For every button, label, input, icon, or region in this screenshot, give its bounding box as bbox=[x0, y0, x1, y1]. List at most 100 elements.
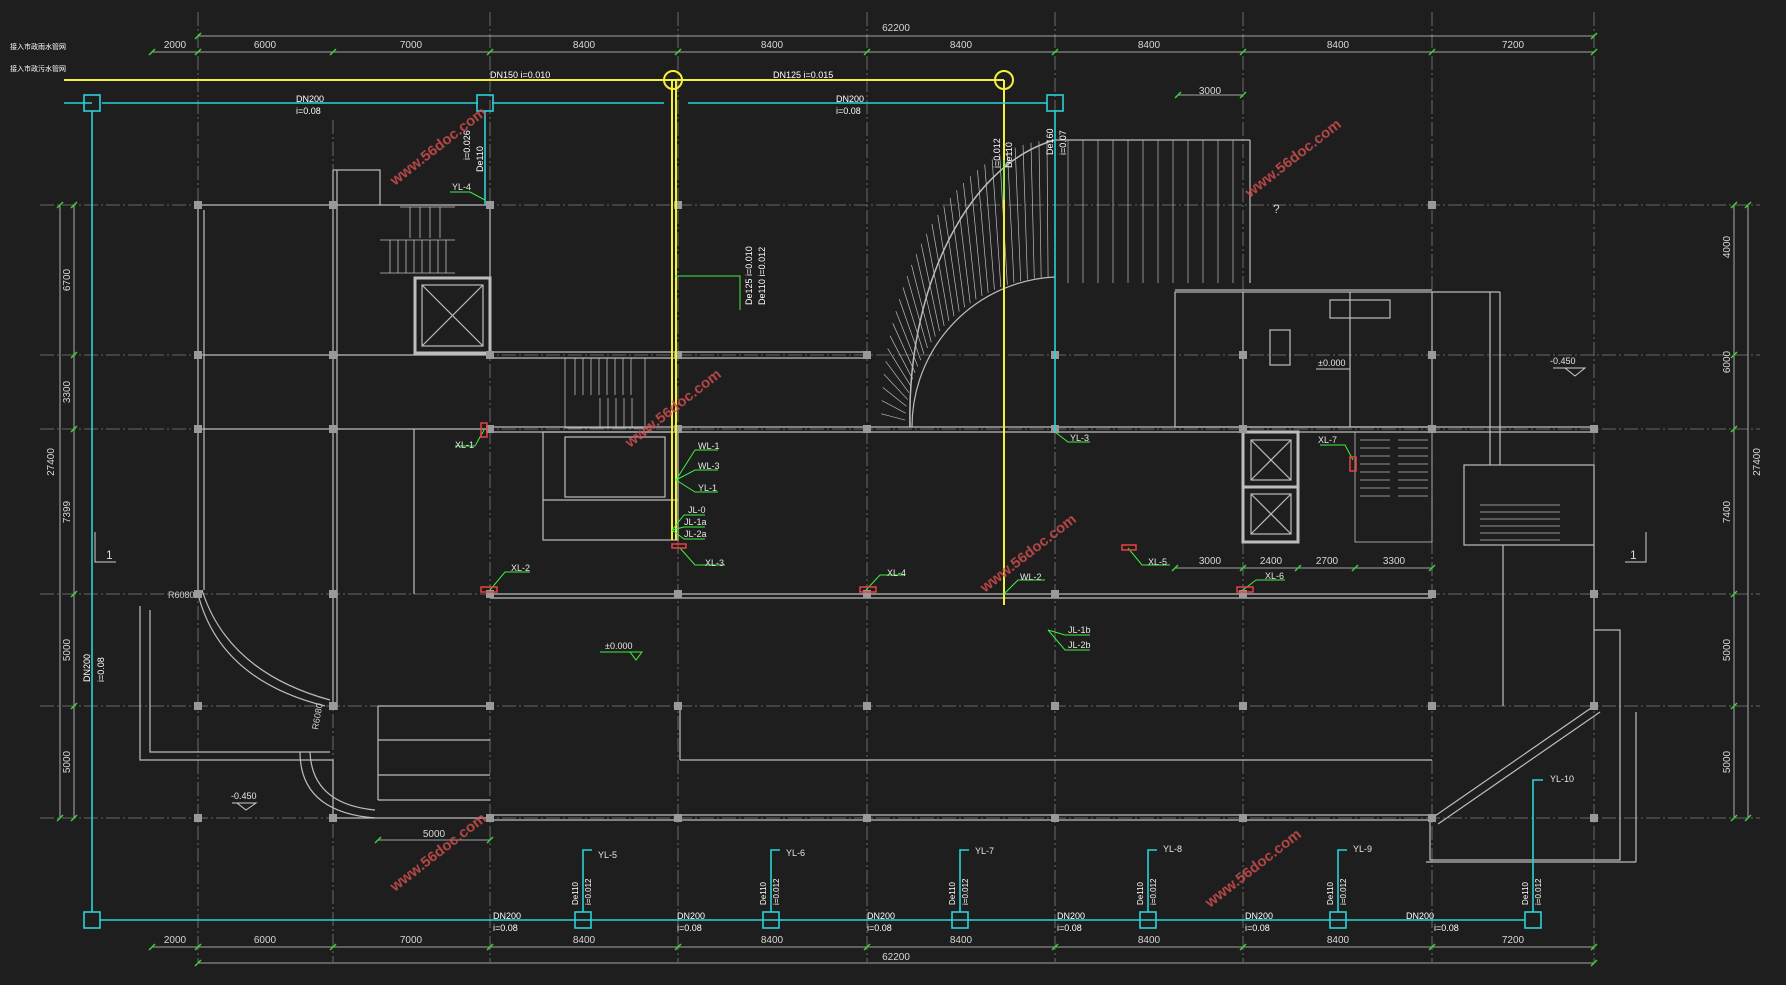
pipe-wl2-size: De110 bbox=[1004, 142, 1014, 168]
branch-slope-label: i=0.012 bbox=[772, 878, 781, 905]
pipe-top-cyan-right-slope: i=0.08 bbox=[836, 106, 861, 116]
column bbox=[329, 425, 337, 433]
room-dim-1: 2400 bbox=[1260, 556, 1283, 567]
column bbox=[329, 590, 337, 598]
tag-yl4: YL-4 bbox=[452, 182, 471, 192]
section-mark-right: 1 bbox=[1630, 548, 1637, 562]
branch-size-label: De110 bbox=[948, 881, 957, 905]
top-dim-6: 8400 bbox=[1138, 40, 1161, 51]
pipe-bottom-slope-2: i=0.08 bbox=[867, 923, 892, 933]
right-dim-2: 7400 bbox=[1722, 500, 1733, 523]
top-dim-7: 8400 bbox=[1327, 40, 1350, 51]
tag-yl8: YL-8 bbox=[1163, 844, 1182, 854]
level-outside-right: -0.450 bbox=[1550, 356, 1576, 366]
pipe-bottom-slope-1: i=0.08 bbox=[677, 923, 702, 933]
tag-xl7: XL-7 bbox=[1318, 435, 1337, 445]
left-dim-2: 7399 bbox=[62, 500, 73, 523]
floor-plan-drawing[interactable]: 62200 62200 2000 6000 7000 8400 8400 840… bbox=[0, 0, 1786, 985]
column bbox=[1590, 702, 1598, 710]
bottom-dim-4: 8400 bbox=[761, 935, 784, 946]
overall-depth-left: 27400 bbox=[46, 448, 57, 476]
right-dim-0: 4000 bbox=[1722, 235, 1733, 258]
column bbox=[1590, 425, 1598, 433]
tag-yl5: YL-5 bbox=[598, 850, 617, 860]
bottom-dim-2: 7000 bbox=[400, 935, 423, 946]
tag-jl2a: JL-2a bbox=[684, 529, 707, 539]
tag-xl2: XL-2 bbox=[511, 563, 530, 573]
bottom-dim-3: 8400 bbox=[573, 935, 596, 946]
top-dim-5: 8400 bbox=[950, 40, 973, 51]
room-dim-3: 3300 bbox=[1383, 556, 1406, 567]
tag-yl10: YL-10 bbox=[1550, 774, 1574, 784]
overall-width-bottom: 62200 bbox=[882, 952, 910, 963]
column bbox=[486, 590, 494, 598]
left-dim-4: 5000 bbox=[62, 750, 73, 773]
column bbox=[863, 590, 871, 598]
bottom-dim-5: 8400 bbox=[950, 935, 973, 946]
stair-width-dim: 3000 bbox=[1199, 86, 1222, 97]
pipe-vertical-yellow: De125 i=0.010 bbox=[744, 246, 754, 305]
pipe-top-yellow-right: DN125 i=0.015 bbox=[773, 70, 833, 80]
column bbox=[674, 702, 682, 710]
tag-wl2: WL-2 bbox=[1020, 572, 1042, 582]
branch-slope-label: i=0.012 bbox=[1149, 878, 1158, 905]
pipe-yl3-slope: i=0.07 bbox=[1058, 130, 1068, 155]
bottom-dim-1: 6000 bbox=[254, 935, 277, 946]
section-mark-left: 1 bbox=[106, 548, 113, 562]
branch-slope-label: i=0.012 bbox=[1339, 878, 1348, 905]
bottom-dim-0: 2000 bbox=[164, 935, 187, 946]
branch-size-label: De110 bbox=[1326, 881, 1335, 905]
bottom-dim-8: 7200 bbox=[1502, 935, 1525, 946]
pipe-bottom-slope-3: i=0.08 bbox=[1057, 923, 1082, 933]
pipe-left-vertical-slope: i=0.08 bbox=[96, 657, 106, 682]
tag-xl5: XL-5 bbox=[1148, 557, 1167, 567]
bottom-dim-6: 8400 bbox=[1138, 935, 1161, 946]
column bbox=[1051, 814, 1059, 822]
pipe-bottom-dn-4: DN200 bbox=[1245, 911, 1273, 921]
pipe-bottom-dn-0: DN200 bbox=[493, 911, 521, 921]
left-dim-3: 5000 bbox=[62, 638, 73, 661]
tag-yl3: YL-3 bbox=[1070, 433, 1089, 443]
column bbox=[1428, 351, 1436, 359]
pipe-bottom-dn-1: DN200 bbox=[677, 911, 705, 921]
column bbox=[674, 590, 682, 598]
arc-radius-upper: R6080 bbox=[168, 590, 195, 600]
unknown-mark: ? bbox=[1273, 202, 1280, 216]
legend-sewer: 接入市政污水管网 bbox=[10, 64, 66, 73]
column bbox=[863, 814, 871, 822]
pipe-bottom-dn-5: DN200 bbox=[1406, 911, 1434, 921]
column bbox=[863, 425, 871, 433]
pipe-yl3-size: De160 bbox=[1045, 128, 1055, 155]
column bbox=[1239, 702, 1247, 710]
column bbox=[329, 814, 337, 822]
column bbox=[1428, 590, 1436, 598]
column bbox=[1051, 702, 1059, 710]
top-dim-0: 2000 bbox=[164, 40, 187, 51]
top-dim-2: 7000 bbox=[400, 40, 423, 51]
branch-size-label: De110 bbox=[759, 881, 768, 905]
pipe-top-yellow-left: DN150 i=0.010 bbox=[490, 70, 550, 80]
column bbox=[1239, 351, 1247, 359]
branch-slope-label: i=0.012 bbox=[584, 878, 593, 905]
tag-yl9: YL-9 bbox=[1353, 844, 1372, 854]
pipe-top-cyan-left-slope: i=0.08 bbox=[296, 106, 321, 116]
branch-size-label: De110 bbox=[1521, 881, 1530, 905]
branch-size-label: De110 bbox=[571, 881, 580, 905]
right-dim-3: 5000 bbox=[1722, 638, 1733, 661]
column bbox=[1239, 590, 1247, 598]
tag-jl1a: JL-1a bbox=[684, 517, 707, 527]
column bbox=[194, 590, 202, 598]
tag-xl1: XL-1 bbox=[455, 440, 474, 450]
column bbox=[1428, 814, 1436, 822]
tag-jl0: JL-0 bbox=[688, 505, 706, 515]
pipe-bottom-dn-2: DN200 bbox=[867, 911, 895, 921]
column bbox=[1428, 702, 1436, 710]
tag-yl1: YL-1 bbox=[698, 483, 717, 493]
column bbox=[863, 702, 871, 710]
column bbox=[1239, 425, 1247, 433]
column bbox=[486, 201, 494, 209]
column bbox=[194, 351, 202, 359]
branch-size-label: De110 bbox=[1136, 881, 1145, 905]
left-dim-1: 3300 bbox=[62, 380, 73, 403]
tag-wl1: WL-1 bbox=[698, 441, 720, 451]
